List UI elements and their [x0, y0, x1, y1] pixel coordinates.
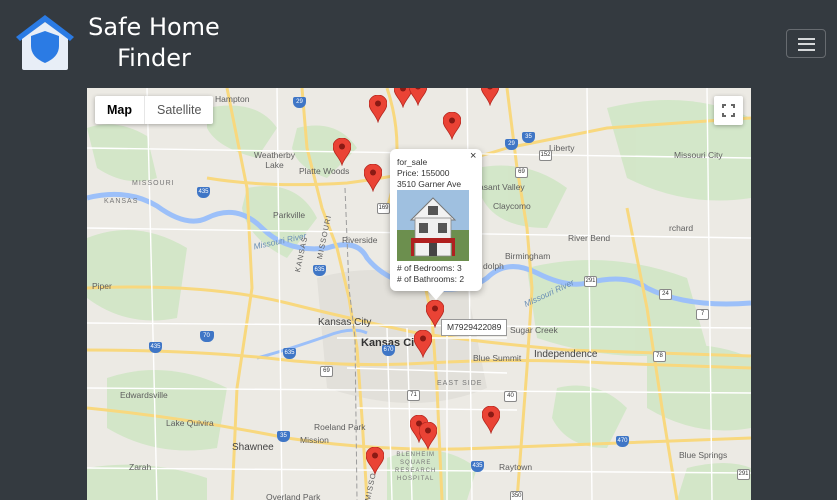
navbar-toggle-button[interactable]	[786, 29, 826, 58]
highway-shield-icon: 71	[407, 390, 420, 401]
label-hampton: Hampton	[215, 94, 250, 104]
close-icon[interactable]: ×	[470, 150, 476, 162]
map-marker-icon[interactable]	[482, 406, 500, 434]
label-dolph: dolph	[483, 261, 504, 271]
label-birmingham: Birmingham	[505, 251, 551, 261]
label-lake-quivira: Lake Quivira	[166, 418, 214, 428]
highway-shield-icon: 435	[471, 461, 484, 472]
label-independence: Independence	[534, 349, 598, 360]
map-type-map-button[interactable]: Map	[95, 96, 145, 124]
label-raytown: Raytown	[499, 462, 533, 472]
label-roeland-park: Roeland Park	[314, 422, 366, 432]
label-parkville: Parkville	[273, 210, 306, 220]
label-blue-springs: Blue Springs	[679, 450, 728, 460]
label-pleasant-valley: asant Valley	[479, 182, 525, 192]
highway-shield-icon: 152	[539, 150, 552, 161]
brand-line-2: Finder	[117, 44, 191, 72]
map-type-control: Map Satellite	[95, 96, 214, 124]
label-missouri-city: Missouri City	[674, 150, 723, 160]
label-mission: Mission	[300, 435, 329, 445]
highway-shield-icon: 670	[382, 345, 395, 356]
label-claycomo: Claycomo	[493, 201, 531, 211]
label-east-side: EAST SIDE	[437, 380, 483, 387]
highway-shield-icon: 29	[505, 139, 518, 150]
highway-shield-icon: 69	[515, 167, 528, 178]
label-shawnee: Shawnee	[232, 442, 274, 453]
label-sugar-creek: Sugar Creek	[510, 325, 558, 335]
fullscreen-button[interactable]	[714, 96, 743, 125]
label-blenheim: BLENHEIM SQUARE RESEARCH HOSPITAL	[395, 452, 437, 482]
label-platte-woods: Platte Woods	[299, 166, 350, 176]
label-kansas-city-ks: Kansas City	[318, 317, 372, 328]
listing-info-window: × for_sale Price: 155000 3510 Garner Ave…	[390, 149, 482, 300]
highway-shield-icon: 29	[293, 97, 306, 108]
highway-shield-icon: 40	[504, 391, 517, 402]
map-marker-icon[interactable]	[481, 88, 499, 106]
map-type-satellite-button[interactable]: Satellite	[145, 96, 213, 124]
highway-shield-icon: 78	[653, 351, 666, 362]
highway-shield-icon: 291	[737, 469, 750, 480]
map-marker-icon[interactable]	[366, 447, 384, 475]
listing-price: Price: 155000	[397, 168, 450, 178]
marker-id-tooltip: M7929422089	[441, 319, 508, 336]
label-orchard: rchard	[669, 223, 694, 233]
map-marker-icon[interactable]	[369, 95, 387, 123]
info-window-pointer	[428, 291, 444, 300]
map-marker-icon[interactable]	[414, 330, 432, 358]
highway-shield-icon: 35	[277, 431, 290, 442]
map-marker-icon[interactable]	[443, 112, 461, 140]
brand-title[interactable]: Safe Home Finder	[88, 12, 220, 74]
highway-shield-icon: 69	[320, 366, 333, 377]
label-blue-summit: Blue Summit	[473, 353, 522, 363]
highway-shield-icon: 70	[200, 331, 213, 342]
listing-address: 3510 Garner Ave	[397, 179, 462, 189]
map-view[interactable]: Hampton Liberty Missouri City Weatherby …	[87, 88, 751, 500]
listing-bathrooms: # of Bathrooms: 2	[397, 274, 465, 284]
label-edwardsville: Edwardsville	[120, 390, 168, 400]
listing-photo	[397, 190, 469, 261]
highway-shield-icon: 350	[510, 491, 523, 500]
highway-shield-icon: 24	[659, 289, 672, 300]
label-overland-park: Overland Park	[266, 492, 321, 500]
highway-shield-icon: 7	[696, 309, 709, 320]
label-zarah: Zarah	[129, 462, 152, 472]
map-marker-icon[interactable]	[333, 138, 351, 166]
fullscreen-icon	[722, 104, 735, 117]
label-missouri-state: MISSOURI	[132, 180, 175, 187]
label-riverside: Riverside	[342, 235, 378, 245]
label-weatherby-lake: Weatherby Lake	[254, 150, 295, 170]
highway-shield-icon: 635	[283, 348, 296, 359]
navbar: Safe Home Finder	[0, 0, 837, 88]
highway-shield-icon: 291	[584, 276, 597, 287]
label-liberty: Liberty	[549, 143, 575, 153]
brand-line-1: Safe Home	[88, 13, 220, 41]
map-marker-icon[interactable]	[409, 88, 427, 106]
listing-bedrooms: # of Bedrooms: 3	[397, 263, 462, 273]
listing-status: for_sale	[397, 157, 428, 167]
house-shield-logo-icon[interactable]	[14, 13, 76, 71]
hamburger-icon	[798, 38, 815, 40]
label-piper: Piper	[92, 281, 112, 291]
highway-shield-icon: 35	[522, 132, 535, 143]
map-marker-icon[interactable]	[419, 422, 437, 450]
highway-shield-icon: 435	[149, 342, 162, 353]
highway-shield-icon: 435	[197, 187, 210, 198]
hamburger-icon-bar	[798, 43, 815, 45]
highway-shield-icon: 169	[377, 203, 390, 214]
hamburger-icon-bar	[798, 49, 815, 51]
map-marker-icon[interactable]	[364, 164, 382, 192]
label-river-bend: River Bend	[568, 233, 611, 243]
highway-shield-icon: 470	[616, 436, 629, 447]
label-kansas-state: KANSAS	[104, 198, 139, 205]
highway-shield-icon: 635	[313, 265, 326, 276]
